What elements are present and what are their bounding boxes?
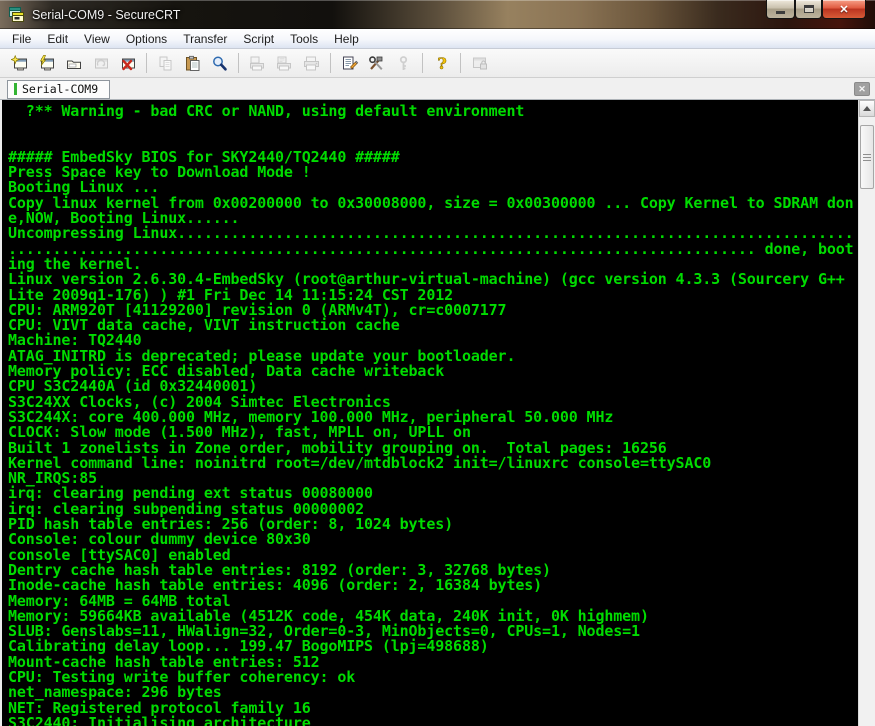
title-bar[interactable]: Serial-COM9 - SecureCRT ✕: [0, 0, 875, 29]
disconnect-icon: [119, 55, 137, 72]
copy-icon: [157, 55, 175, 72]
svg-text:?: ?: [437, 55, 446, 72]
toolbar-separator: [422, 53, 423, 73]
paste-button[interactable]: [180, 51, 205, 75]
toolbar-separator: [146, 53, 147, 73]
securecrt-app-icon: [9, 7, 25, 23]
window-controls: ✕: [766, 0, 866, 19]
terminal-line: Kernel command line: noinitrd root=/dev/…: [8, 456, 858, 471]
menu-tools[interactable]: Tools: [282, 30, 326, 48]
maximize-button[interactable]: [795, 0, 822, 19]
find-button[interactable]: [207, 51, 232, 75]
reconnect-button: [88, 51, 113, 75]
session-options-button[interactable]: [337, 51, 362, 75]
menu-edit[interactable]: Edit: [39, 30, 76, 48]
connected-indicator: [14, 83, 17, 95]
key-agent-button: [391, 51, 416, 75]
scrollbar-grip-icon: [863, 154, 871, 161]
menu-bar: FileEditViewOptionsTransferScriptToolsHe…: [0, 29, 875, 49]
connect-in-tab-icon: [65, 55, 83, 72]
menu-transfer[interactable]: Transfer: [175, 30, 235, 48]
terminal-line: S3C2440: Initialising architecture: [8, 716, 858, 726]
close-icon: ✕: [839, 3, 848, 16]
global-options-icon: [368, 55, 386, 72]
find-icon: [211, 55, 229, 72]
toolbar-separator: [238, 53, 239, 73]
menu-help[interactable]: Help: [326, 30, 367, 48]
tab-serial-com9[interactable]: Serial-COM9: [7, 80, 110, 99]
print-icon: [303, 55, 321, 72]
menu-view[interactable]: View: [76, 30, 118, 48]
print-screen-icon: [249, 55, 267, 72]
menu-file[interactable]: File: [4, 30, 39, 48]
scrollbar-up-button[interactable]: [859, 100, 875, 117]
terminal-output[interactable]: ?** Warning - bad CRC or NAND, using def…: [2, 100, 858, 726]
menu-script[interactable]: Script: [235, 30, 282, 48]
quick-connect-button[interactable]: [7, 51, 32, 75]
tab-label: Serial-COM9: [22, 82, 98, 96]
terminal-line: ?** Warning - bad CRC or NAND, using def…: [8, 104, 858, 119]
help-button[interactable]: ?: [429, 51, 454, 75]
secure-window-button: [467, 51, 492, 75]
window-title: Serial-COM9 - SecureCRT: [32, 8, 180, 22]
quick-connect-icon: [11, 55, 29, 72]
connect-icon: [38, 55, 56, 72]
menu-options[interactable]: Options: [118, 30, 175, 48]
tab-close-button[interactable]: ✕: [854, 82, 870, 96]
print-selection-icon: [276, 55, 294, 72]
minimize-button[interactable]: [766, 0, 795, 19]
up-arrow-icon: [863, 106, 871, 111]
toolbar-separator: [330, 53, 331, 73]
minimize-icon: [776, 11, 785, 14]
close-button[interactable]: ✕: [822, 0, 866, 19]
global-options-button[interactable]: [364, 51, 389, 75]
securecrt-window: Serial-COM9 - SecureCRT ✕ FileEditViewOp…: [0, 0, 875, 726]
maximize-icon: [804, 5, 814, 13]
secure-window-icon: [471, 55, 489, 72]
toolbar-separator: [460, 53, 461, 73]
connect-button[interactable]: [34, 51, 59, 75]
connect-in-tab-button[interactable]: [61, 51, 86, 75]
terminal-scrollbar[interactable]: [858, 100, 875, 726]
disconnect-button[interactable]: [115, 51, 140, 75]
tab-bar: Serial-COM9 ✕: [0, 78, 875, 100]
help-icon: ?: [433, 55, 451, 72]
toolbar: ?: [0, 49, 875, 78]
paste-icon: [184, 55, 202, 72]
reconnect-icon: [92, 55, 110, 72]
session-options-icon: [341, 55, 359, 72]
scrollbar-thumb[interactable]: [860, 125, 874, 189]
print-screen-button: [245, 51, 270, 75]
copy-button: [153, 51, 178, 75]
print-button: [299, 51, 324, 75]
terminal-line: [8, 119, 858, 134]
terminal-area: ?** Warning - bad CRC or NAND, using def…: [0, 100, 875, 726]
print-selection-button: [272, 51, 297, 75]
key-agent-icon: [395, 55, 413, 72]
